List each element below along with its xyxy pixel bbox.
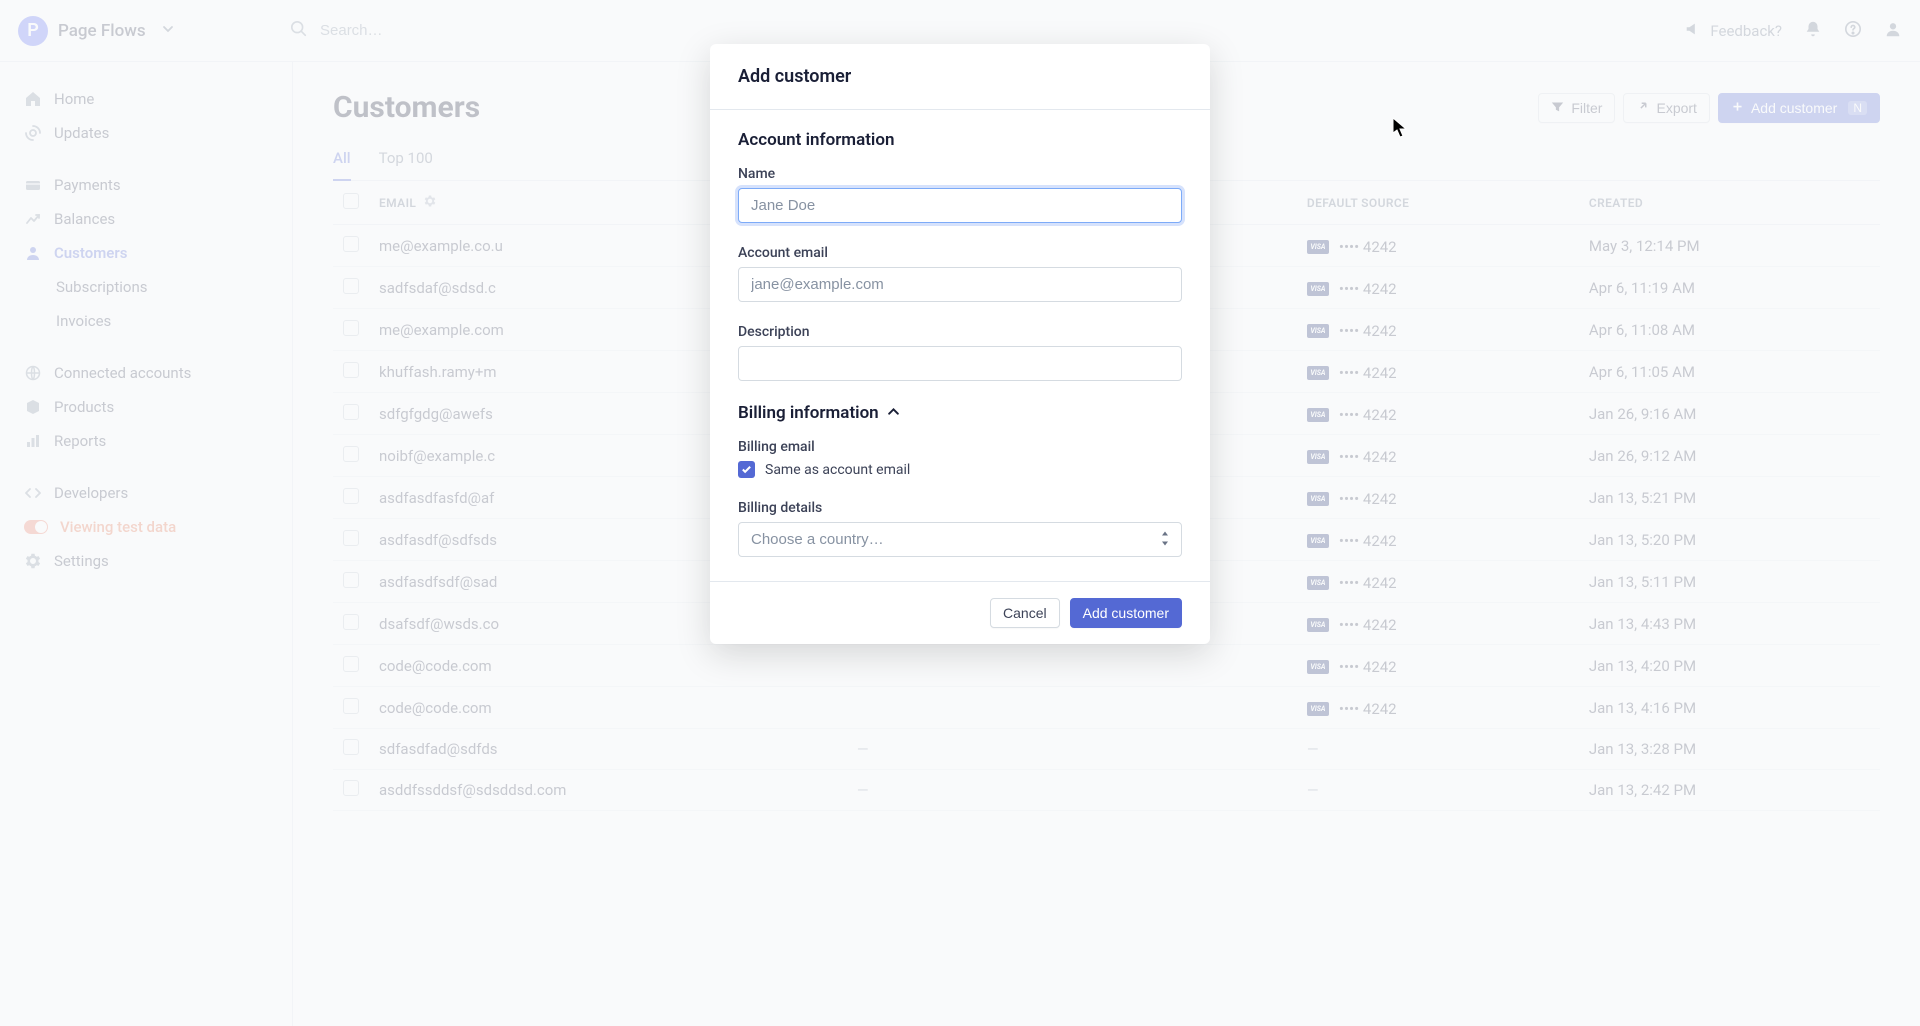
billing-section-title[interactable]: Billing information xyxy=(738,403,1182,423)
billing-section-label: Billing information xyxy=(738,403,879,423)
name-field-group: Name xyxy=(738,166,1182,223)
billing-email-label: Billing email xyxy=(738,439,1182,455)
billing-details-group: Billing details xyxy=(738,500,1182,557)
submit-add-customer-button[interactable]: Add customer xyxy=(1070,598,1182,628)
email-input[interactable] xyxy=(738,267,1182,302)
email-field-group: Account email xyxy=(738,245,1182,302)
name-label: Name xyxy=(738,166,1182,182)
name-input[interactable] xyxy=(738,188,1182,223)
desc-label: Description xyxy=(738,324,1182,340)
country-select-wrap xyxy=(738,522,1182,557)
add-customer-modal: Add customer Account information Name Ac… xyxy=(710,44,1210,644)
account-section-title: Account information xyxy=(738,130,1182,150)
email-label: Account email xyxy=(738,245,1182,261)
modal-overlay: Add customer Account information Name Ac… xyxy=(0,0,1920,1026)
checkbox-checked-icon xyxy=(738,461,755,478)
desc-field-group: Description xyxy=(738,324,1182,381)
billing-details-label: Billing details xyxy=(738,500,1182,516)
desc-input[interactable] xyxy=(738,346,1182,381)
modal-body: Account information Name Account email D… xyxy=(710,110,1210,581)
cancel-button[interactable]: Cancel xyxy=(990,598,1060,628)
same-email-checkbox-row[interactable]: Same as account email xyxy=(738,461,1182,478)
billing-email-group: Billing email Same as account email xyxy=(738,439,1182,478)
chevron-up-icon xyxy=(887,403,900,423)
modal-footer: Cancel Add customer xyxy=(710,581,1210,644)
same-email-label: Same as account email xyxy=(765,462,910,478)
country-select[interactable] xyxy=(738,522,1182,557)
modal-title: Add customer xyxy=(710,44,1210,110)
select-caret-icon xyxy=(1160,531,1170,548)
